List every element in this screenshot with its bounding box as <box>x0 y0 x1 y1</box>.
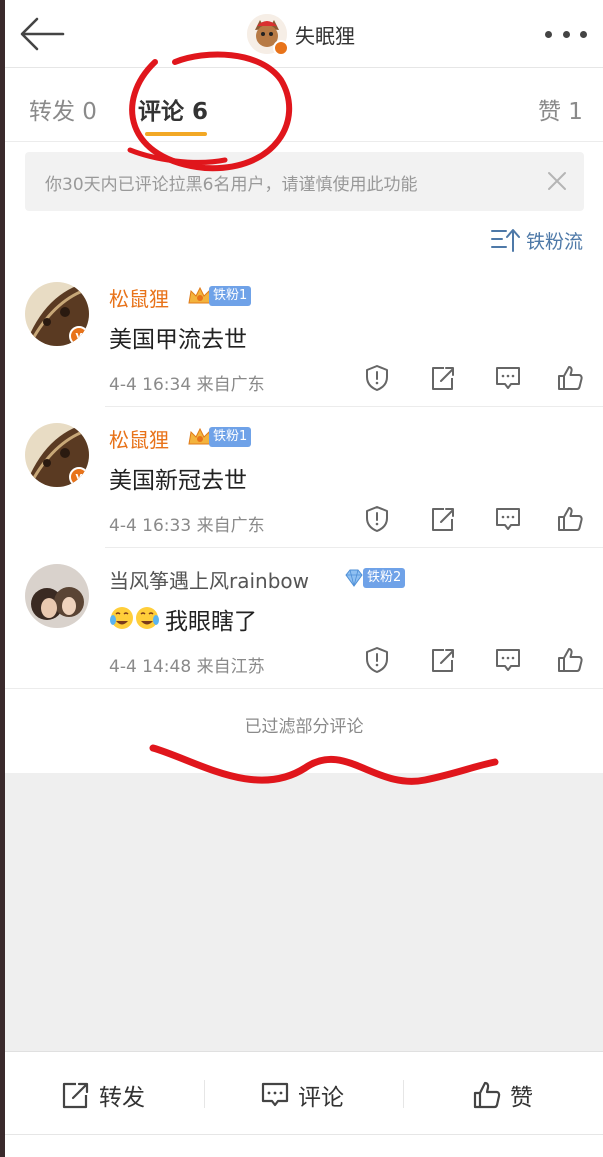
sort-icon <box>490 229 520 252</box>
commenter-avatar[interactable]: v <box>25 282 89 346</box>
comment-actions <box>360 646 590 676</box>
commenter-name[interactable]: 松鼠狸 <box>109 424 169 453</box>
fan-badge-label: 铁粉1 <box>209 427 252 447</box>
repost-label: 转发 <box>99 1085 145 1111</box>
commenter-name[interactable]: 松鼠狸 <box>109 283 169 312</box>
photo-avatar-image <box>25 564 89 628</box>
tab-comments[interactable]: 评论 6 <box>138 92 208 126</box>
close-icon[interactable] <box>546 170 568 192</box>
commenter-name[interactable]: 当风筝遇上风rainbow <box>109 565 309 594</box>
divider <box>5 1134 603 1135</box>
fan-badge: 铁粉2 <box>341 567 406 589</box>
reply-comment-icon[interactable] <box>494 364 522 392</box>
tab-repost[interactable]: 转发 0 <box>29 92 97 126</box>
app-screen: 失眠狸 转发 0 评论 6 赞 1 你30天内已评论拉黑6名用户，请谨慎使用此功… <box>5 0 603 1157</box>
divider <box>204 1080 205 1108</box>
comment-text: 美国甲流去世 <box>109 327 247 353</box>
divider <box>105 547 603 548</box>
verified-badge-icon: v <box>69 467 89 487</box>
comment-item: 当风筝遇上风rainbow 铁粉2 我眼瞎了 4-4 14:48 来自江苏 <box>5 564 603 704</box>
tab-likes[interactable]: 赞 1 <box>538 92 583 126</box>
comment-item: v 松鼠狸 铁粉1 美国甲流去世 4-4 16:34 来自广东 <box>5 282 603 422</box>
share-icon[interactable] <box>430 505 456 533</box>
blocklist-notice: 你30天内已评论拉黑6名用户，请谨慎使用此功能 <box>25 152 584 211</box>
notice-text: 你30天内已评论拉黑6名用户，请谨慎使用此功能 <box>45 175 418 195</box>
verified-badge-icon <box>273 40 289 56</box>
repost-button[interactable]: 转发 <box>61 1077 145 1113</box>
tab-bar: 转发 0 评论 6 赞 1 <box>5 70 603 142</box>
fan-badge: 铁粉1 <box>187 426 252 448</box>
like-thumb-icon[interactable] <box>556 646 584 674</box>
back-arrow-icon[interactable] <box>19 14 65 54</box>
like-thumb-icon[interactable] <box>556 505 584 533</box>
comment-meta: 4-4 16:33 来自广东 <box>109 516 265 536</box>
sort-label: 铁粉流 <box>525 230 583 253</box>
header-title: 失眠狸 <box>295 23 355 48</box>
top-nav-bar: 失眠狸 <box>5 0 603 68</box>
comment-button[interactable]: 评论 <box>260 1077 344 1113</box>
filtered-notice: 已过滤部分评论 <box>244 717 364 737</box>
reply-comment-icon[interactable] <box>494 646 522 674</box>
report-shield-icon[interactable] <box>364 364 390 392</box>
sort-toggle[interactable]: 铁粉流 <box>490 226 583 254</box>
share-icon[interactable] <box>430 364 456 392</box>
header-avatar[interactable] <box>247 14 289 56</box>
share-icon[interactable] <box>430 646 456 674</box>
crying-laughing-emoji-icon <box>110 607 159 629</box>
comment-item: v 松鼠狸 铁粉1 美国新冠去世 4-4 16:33 来自广东 <box>5 423 603 563</box>
comment-icon <box>261 1082 289 1107</box>
like-button[interactable]: 赞 <box>472 1077 533 1113</box>
verified-badge-icon: v <box>69 326 89 346</box>
comment-meta: 4-4 16:34 来自广东 <box>109 375 265 395</box>
comment-meta: 4-4 14:48 来自江苏 <box>109 657 265 677</box>
comment-label: 评论 <box>298 1085 344 1111</box>
commenter-avatar[interactable]: v <box>25 423 89 487</box>
fan-badge: 铁粉1 <box>187 285 252 307</box>
repost-icon <box>62 1082 89 1109</box>
comment-text: 我眼瞎了 <box>165 609 257 635</box>
divider <box>105 406 603 407</box>
active-tab-indicator <box>145 132 207 136</box>
divider <box>403 1080 404 1108</box>
report-shield-icon[interactable] <box>364 646 390 674</box>
fan-badge-label: 铁粉1 <box>209 286 252 306</box>
like-thumb-icon[interactable] <box>556 364 584 392</box>
report-shield-icon[interactable] <box>364 505 390 533</box>
fan-badge-label: 铁粉2 <box>363 568 406 588</box>
like-thumb-icon <box>473 1081 501 1109</box>
like-label: 赞 <box>510 1085 533 1111</box>
comment-actions <box>360 364 590 394</box>
reply-comment-icon[interactable] <box>494 505 522 533</box>
empty-area <box>5 773 603 1051</box>
more-dots-icon[interactable] <box>545 22 587 46</box>
bottom-action-bar: 转发 评论 赞 <box>5 1051 603 1157</box>
commenter-avatar[interactable] <box>25 564 89 628</box>
comment-text: 美国新冠去世 <box>109 468 247 494</box>
divider <box>5 688 603 689</box>
header-user[interactable]: 失眠狸 <box>247 12 355 56</box>
comment-actions <box>360 505 590 535</box>
